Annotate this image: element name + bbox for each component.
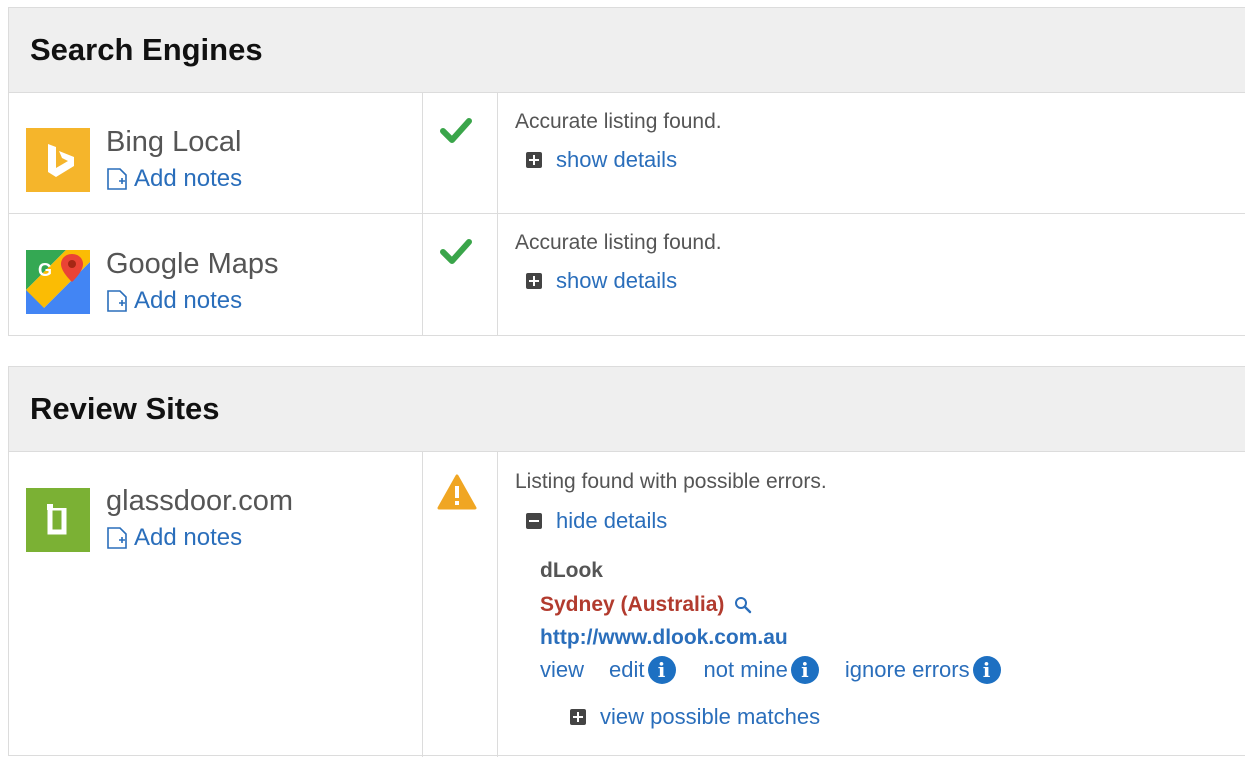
toggle-label: show details <box>556 268 678 293</box>
expand-icon <box>526 273 542 289</box>
info-icon[interactable]: i <box>972 656 1001 684</box>
view-link[interactable]: view <box>540 657 584 683</box>
check-icon <box>440 239 472 264</box>
expand-icon <box>570 709 586 725</box>
business-url[interactable]: http://www.dlook.com.au <box>540 626 788 650</box>
site-name: Google Maps <box>106 248 279 280</box>
review-sites-panel: Review Sites glassdoor.com Add notes Lis… <box>8 366 1245 757</box>
toggle-label: hide details <box>556 508 668 533</box>
listing-row-glassdoor: glassdoor.com Add notes Listing found wi… <box>9 452 1245 757</box>
edit-link[interactable]: edit i <box>609 656 676 684</box>
add-notes-link[interactable]: Add notes <box>106 165 242 193</box>
location-text: Sydney (Australia) <box>540 593 725 616</box>
status-message: Accurate listing found. <box>515 110 722 133</box>
matches-label: view possible matches <box>600 704 821 729</box>
view-label: view <box>540 657 585 682</box>
status-message: Accurate listing found. <box>515 231 722 254</box>
add-notes-label: Add notes <box>134 287 243 314</box>
warning-icon <box>437 474 477 510</box>
site-name: glassdoor.com <box>106 485 293 517</box>
edit-label: edit <box>609 657 645 682</box>
add-notes-link[interactable]: Add notes <box>106 287 242 315</box>
expand-icon <box>526 152 542 168</box>
info-icon[interactable]: i <box>790 656 819 684</box>
business-name: dLook <box>540 559 603 582</box>
listing-row-bing: Bing Local Add notes Accurate listing fo… <box>9 93 1245 214</box>
glassdoor-logo-icon <box>26 488 90 552</box>
add-note-icon <box>107 168 127 190</box>
view-possible-matches-toggle[interactable]: view possible matches <box>570 704 820 730</box>
show-details-toggle[interactable]: show details <box>526 268 677 294</box>
show-details-toggle[interactable]: show details <box>526 147 677 173</box>
add-note-icon <box>107 527 127 549</box>
section-title-review-sites: Review Sites <box>9 367 1245 452</box>
add-note-icon <box>107 290 127 312</box>
add-notes-link[interactable]: Add notes <box>106 524 242 552</box>
add-notes-label: Add notes <box>134 524 243 551</box>
collapse-icon <box>526 513 542 529</box>
listing-row-google-maps: G Google Maps Add notes Accurate listing… <box>9 214 1245 335</box>
listing-actions: view edit i not mine i ignore errors i <box>540 656 1001 684</box>
info-icon[interactable]: i <box>647 656 676 684</box>
check-icon <box>440 118 472 143</box>
ignore-errors-label: ignore errors <box>844 657 970 682</box>
google-maps-logo-icon: G <box>26 250 90 314</box>
hide-details-toggle[interactable]: hide details <box>526 508 667 534</box>
bing-logo-icon <box>26 128 90 192</box>
business-location: Sydney (Australia) <box>540 593 752 617</box>
ignore-errors-link[interactable]: ignore errors i <box>845 656 1001 684</box>
toggle-label: show details <box>556 147 678 172</box>
site-name: Bing Local <box>106 126 242 158</box>
search-icon[interactable] <box>734 596 752 614</box>
not-mine-link[interactable]: not mine i <box>704 656 819 684</box>
svg-text:G: G <box>38 260 52 280</box>
add-notes-label: Add notes <box>134 165 243 192</box>
status-message: Listing found with possible errors. <box>515 470 827 493</box>
not-mine-label: not mine <box>703 657 788 682</box>
search-engines-panel: Search Engines Bing Local Add notes Accu… <box>8 7 1245 336</box>
section-title-search-engines: Search Engines <box>9 8 1245 93</box>
